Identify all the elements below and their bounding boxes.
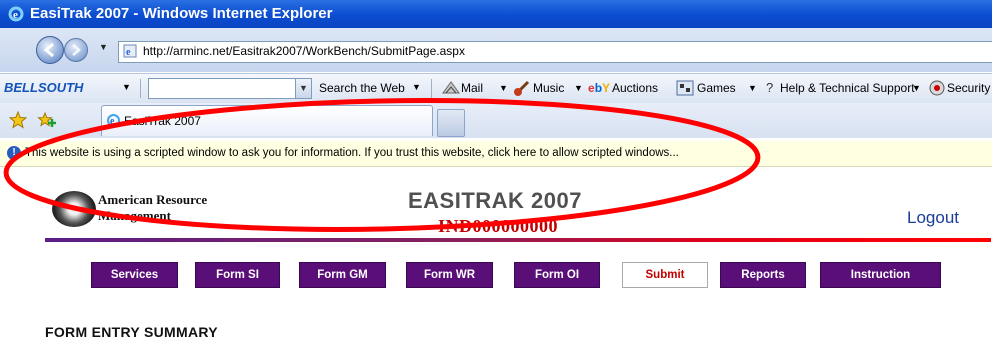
tab-easitrak[interactable]: e EasiTrak 2007: [101, 105, 433, 136]
nav-reports[interactable]: Reports: [720, 262, 806, 288]
bellsouth-logo[interactable]: BELLSOUTH: [4, 80, 83, 95]
header-divider: [45, 238, 991, 242]
help-support-label: Help & Technical Support: [780, 81, 915, 95]
org-name-line2: Management: [98, 208, 171, 223]
tab-label: EasiTrak 2007: [124, 114, 201, 128]
help-icon: ?: [766, 80, 774, 95]
auctions-label: Auctions: [612, 81, 659, 95]
security-button[interactable]: Security: [929, 79, 990, 102]
arm-logo: [52, 191, 96, 227]
nav-submit[interactable]: Submit: [622, 262, 708, 288]
games-button[interactable]: Games ▼: [676, 79, 757, 102]
games-label: Games: [697, 81, 736, 95]
new-tab-button[interactable]: [437, 109, 465, 137]
brand-dropdown-icon[interactable]: ▼: [122, 82, 131, 92]
music-button[interactable]: Music ▼: [513, 79, 583, 102]
games-dropdown-icon[interactable]: ▼: [748, 83, 757, 93]
info-icon: !: [7, 146, 21, 160]
help-dropdown-icon[interactable]: ▼: [912, 83, 921, 93]
nav-form-gm[interactable]: Form GM: [299, 262, 386, 288]
nav-form-wr[interactable]: Form WR: [406, 262, 493, 288]
app-title: EASITRAK 2007: [408, 188, 583, 213]
section-heading: FORM ENTRY SUMMARY: [45, 324, 218, 340]
search-web-button[interactable]: Search the Web: [319, 81, 405, 95]
nav-instruction[interactable]: Instruction: [820, 262, 941, 288]
search-dropdown-arrow-icon[interactable]: ▼: [412, 82, 421, 92]
internet-explorer-icon: e: [8, 6, 24, 22]
svg-text:e: e: [126, 47, 131, 58]
window-title: EasiTrak 2007 - Windows Internet Explore…: [30, 5, 333, 22]
ebay-icon: ebY: [588, 81, 611, 95]
information-bar-text: This website is using a scripted window …: [25, 147, 679, 159]
information-bar[interactable]: ! This website is using a scripted windo…: [0, 141, 992, 167]
guitar-icon: [514, 80, 530, 96]
security-icon: [929, 80, 945, 96]
tab-ie-icon: e: [107, 114, 120, 127]
mail-button[interactable]: Mail ▼: [441, 79, 508, 102]
back-arrow-icon: [43, 42, 54, 58]
logout-link[interactable]: Logout: [907, 208, 959, 228]
search-input[interactable]: ▼: [148, 78, 312, 99]
history-dropdown-icon[interactable]: ▼: [99, 42, 108, 52]
forward-arrow-icon: [72, 44, 81, 56]
back-button[interactable]: [36, 36, 64, 64]
window-title-bar: e EasiTrak 2007 - Windows Internet Explo…: [0, 0, 992, 28]
app-id: IND000000000: [438, 216, 559, 236]
mail-dropdown-icon[interactable]: ▼: [499, 83, 508, 93]
toolbar-separator: [431, 79, 432, 98]
mail-label: Mail: [461, 81, 484, 95]
tab-row: e EasiTrak 2007: [0, 103, 992, 138]
address-url: http://arminc.net/Easitrak2007/WorkBench…: [143, 44, 465, 58]
games-icon: [676, 80, 694, 96]
favorites-star-icon[interactable]: [9, 111, 27, 129]
music-dropdown-icon[interactable]: ▼: [574, 83, 583, 93]
search-dropdown-icon[interactable]: ▼: [295, 79, 311, 98]
mail-icon: [442, 81, 460, 94]
page-favicon-icon: e: [123, 44, 137, 58]
org-name-line1: American Resource: [98, 192, 208, 207]
add-favorites-icon[interactable]: [37, 111, 57, 129]
svg-text:e: e: [110, 116, 115, 127]
nav-form-si[interactable]: Form SI: [195, 262, 280, 288]
forward-button[interactable]: [64, 38, 88, 62]
nav-form-oi[interactable]: Form OI: [514, 262, 600, 288]
music-label: Music: [533, 81, 565, 95]
address-bar[interactable]: e http://arminc.net/Easitrak2007/WorkBen…: [118, 41, 992, 63]
toolbar-separator: [140, 79, 141, 98]
security-label: Security: [947, 81, 991, 95]
bellsouth-toolbar: BELLSOUTH ▼ ▼ Search the Web ▼ Mail ▼ Mu…: [0, 73, 992, 104]
nav-services[interactable]: Services: [91, 262, 178, 288]
svg-text:e: e: [13, 9, 18, 21]
